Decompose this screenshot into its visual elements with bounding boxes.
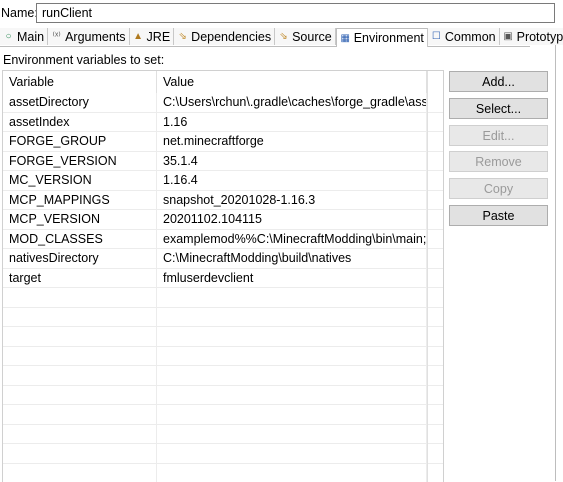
column-divider	[427, 71, 428, 482]
cell-value: net.minecraftforge	[157, 132, 427, 151]
cell-value: fmluserdevclient	[157, 269, 427, 288]
cell-variable: MCP_MAPPINGS	[3, 191, 157, 210]
paste-button[interactable]: Paste	[449, 205, 548, 226]
table-header: Variable Value	[3, 71, 443, 93]
cell-variable: MOD_CLASSES	[3, 230, 157, 249]
empty-row	[3, 308, 443, 328]
cell-variable: nativesDirectory	[3, 249, 157, 268]
section-label: Environment variables to set:	[3, 53, 164, 67]
select-button[interactable]: Select...	[449, 98, 548, 119]
empty-row	[3, 347, 443, 367]
tab-source-label: Source	[292, 30, 332, 44]
tab-main[interactable]: ○ Main	[0, 28, 48, 45]
tab-jre[interactable]: ▲ JRE	[130, 28, 175, 45]
tab-bar: ○ Main ⁽ˣ⁾ Arguments ▲ JRE ⇘ Dependencie…	[0, 28, 530, 47]
cell-variable: MCP_VERSION	[3, 210, 157, 229]
cell-variable: FORGE_GROUP	[3, 132, 157, 151]
name-label: Name:	[1, 6, 38, 20]
empty-row	[3, 464, 443, 482]
prototype-tab-icon: ▣	[503, 31, 514, 42]
environment-tab-icon: ▦	[340, 33, 351, 44]
table-row[interactable]: target fmluserdevclient	[3, 269, 443, 289]
tab-dependencies-label: Dependencies	[191, 30, 271, 44]
table-row[interactable]: MCP_MAPPINGS snapshot_20201028-1.16.3	[3, 191, 443, 211]
tab-environment[interactable]: ▦ Environment	[336, 28, 428, 47]
copy-button[interactable]: Copy	[449, 178, 548, 199]
tab-prototype[interactable]: ▣ Prototype	[500, 28, 563, 45]
cell-value: C:\Users\rchun\.gradle\caches\forge_grad…	[157, 93, 427, 112]
tab-jre-label: JRE	[147, 30, 171, 44]
table-row[interactable]: FORGE_GROUP net.minecraftforge	[3, 132, 443, 152]
tab-source[interactable]: ⇘ Source	[275, 28, 336, 45]
cell-variable: FORGE_VERSION	[3, 152, 157, 171]
cell-value: C:\MinecraftModding\build\natives	[157, 249, 427, 268]
table-row[interactable]: MC_VERSION 1.16.4	[3, 171, 443, 191]
empty-row	[3, 444, 443, 464]
tab-prototype-label: Prototype	[517, 30, 563, 44]
cell-variable: assetDirectory	[3, 93, 157, 112]
tab-main-label: Main	[17, 30, 44, 44]
empty-row	[3, 327, 443, 347]
cell-value: 35.1.4	[157, 152, 427, 171]
empty-row	[3, 425, 443, 445]
cell-value: 1.16	[157, 113, 427, 132]
empty-row	[3, 366, 443, 386]
empty-row	[3, 405, 443, 425]
common-tab-icon: ☐	[431, 31, 442, 42]
arguments-tab-icon: ⁽ˣ⁾	[51, 31, 62, 42]
name-input[interactable]	[36, 3, 555, 23]
table-body: assetDirectory C:\Users\rchun\.gradle\ca…	[3, 93, 443, 482]
source-tab-icon: ⇘	[278, 31, 289, 42]
main-tab-icon: ○	[3, 31, 14, 42]
edit-button[interactable]: Edit...	[449, 125, 548, 146]
empty-row	[3, 386, 443, 406]
table-row[interactable]: MOD_CLASSES examplemod%%C:\MinecraftModd…	[3, 230, 443, 250]
panel-border	[555, 45, 556, 481]
table-row[interactable]: assetDirectory C:\Users\rchun\.gradle\ca…	[3, 93, 443, 113]
dependencies-tab-icon: ⇘	[177, 31, 188, 42]
column-header-variable[interactable]: Variable	[3, 71, 157, 93]
cell-value: snapshot_20201028-1.16.3	[157, 191, 427, 210]
table-row[interactable]: assetIndex 1.16	[3, 113, 443, 133]
cell-variable: MC_VERSION	[3, 171, 157, 190]
column-header-value[interactable]: Value	[157, 71, 427, 93]
cell-value: 1.16.4	[157, 171, 427, 190]
cell-variable: assetIndex	[3, 113, 157, 132]
tab-common[interactable]: ☐ Common	[428, 28, 500, 45]
tab-environment-label: Environment	[354, 31, 424, 45]
table-row[interactable]: MCP_VERSION 20201102.104115	[3, 210, 443, 230]
empty-row	[3, 288, 443, 308]
cell-variable: target	[3, 269, 157, 288]
cell-value: examplemod%%C:\MinecraftModding\bin\main…	[157, 230, 427, 249]
add-button[interactable]: Add...	[449, 71, 548, 92]
name-row: Name:	[0, 0, 563, 26]
remove-button[interactable]: Remove	[449, 151, 548, 172]
tab-common-label: Common	[445, 30, 496, 44]
tab-dependencies[interactable]: ⇘ Dependencies	[174, 28, 275, 45]
table-row[interactable]: FORGE_VERSION 35.1.4	[3, 152, 443, 172]
cell-value: 20201102.104115	[157, 210, 427, 229]
tab-arguments-label: Arguments	[65, 30, 125, 44]
environment-table[interactable]: Variable Value assetDirectory C:\Users\r…	[2, 70, 444, 482]
tab-arguments[interactable]: ⁽ˣ⁾ Arguments	[48, 28, 129, 45]
table-row[interactable]: nativesDirectory C:\MinecraftModding\bui…	[3, 249, 443, 269]
jre-tab-icon: ▲	[133, 31, 144, 42]
